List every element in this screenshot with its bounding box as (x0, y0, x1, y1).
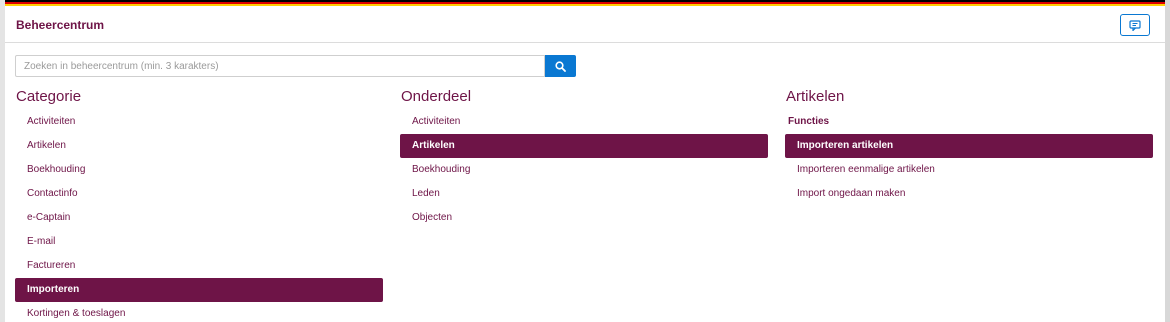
search-button[interactable] (545, 55, 576, 77)
onderdeel-list: Activiteiten Artikelen Boekhouding Leden Obj… (400, 110, 768, 230)
categorie-item-activiteiten[interactable]: Activiteiten (15, 110, 383, 134)
functies-label: Functies (788, 116, 830, 127)
categorie-heading: Categorie (16, 88, 82, 105)
artikelen-item-importeren-eenmalige-artikelen[interactable]: Importeren eenmalige artikelen (785, 158, 1153, 182)
onderdeel-item-leden[interactable]: Leden (400, 182, 768, 206)
categorie-list: Activiteiten Artikelen Boekhouding Contacti… (15, 110, 383, 322)
admin-panel: Beheercentrum Categorie ActiviteitenArti… (5, 0, 1165, 322)
categorie-item-kortingen-toeslagen[interactable]: Kortingen & toeslagen (15, 302, 383, 322)
categorie-item-e-captain[interactable]: e-Captain (15, 206, 383, 230)
artikelen-list: Importeren artikelen Importeren eenmalige… (785, 134, 1153, 206)
onderdeel-column: Onderdeel Activiteiten Artikelen Boekhoudi… (400, 88, 768, 230)
onderdeel-item-boekhouding[interactable]: Boekhouding (400, 158, 768, 182)
categorie-item-artikelen[interactable]: Artikelen (15, 134, 383, 158)
onderdeel-item-objecten[interactable]: Objecten (400, 206, 768, 230)
scrollbar[interactable] (1165, 0, 1170, 322)
categorie-column: Categorie Activiteiten Artikelen Boekhoudi… (15, 88, 383, 322)
categorie-item-importeren[interactable]: Importeren (15, 278, 383, 302)
categorie-item-e-mail[interactable]: E-mail (15, 230, 383, 254)
feedback-button[interactable] (1120, 14, 1150, 36)
search-icon (555, 60, 566, 72)
search-input[interactable] (15, 55, 545, 77)
artikelen-column: Artikelen Functies Importeren artikelen I… (785, 88, 1153, 206)
categorie-item-contactinfo[interactable]: Contactinfo (15, 182, 383, 206)
artikelen-heading: Artikelen (786, 88, 845, 105)
page-title: Beheercentrum (16, 18, 105, 32)
chat-icon (1129, 19, 1141, 31)
artikelen-item-import-ongedaan-maken[interactable]: Import ongedaan maken (785, 182, 1153, 206)
onderdeel-item-artikelen[interactable]: Artikelen (400, 134, 768, 158)
panel-header: Beheercentrum (5, 6, 1165, 43)
artikelen-item-importeren-artikelen[interactable]: Importeren artikelen (785, 134, 1153, 158)
categorie-item-factureren[interactable]: Factureren (15, 254, 383, 278)
categorie-item-boekhouding[interactable]: Boekhouding (15, 158, 383, 182)
onderdeel-item-activiteiten[interactable]: Activiteiten (400, 110, 768, 134)
onderdeel-heading: Onderdeel (401, 88, 472, 105)
